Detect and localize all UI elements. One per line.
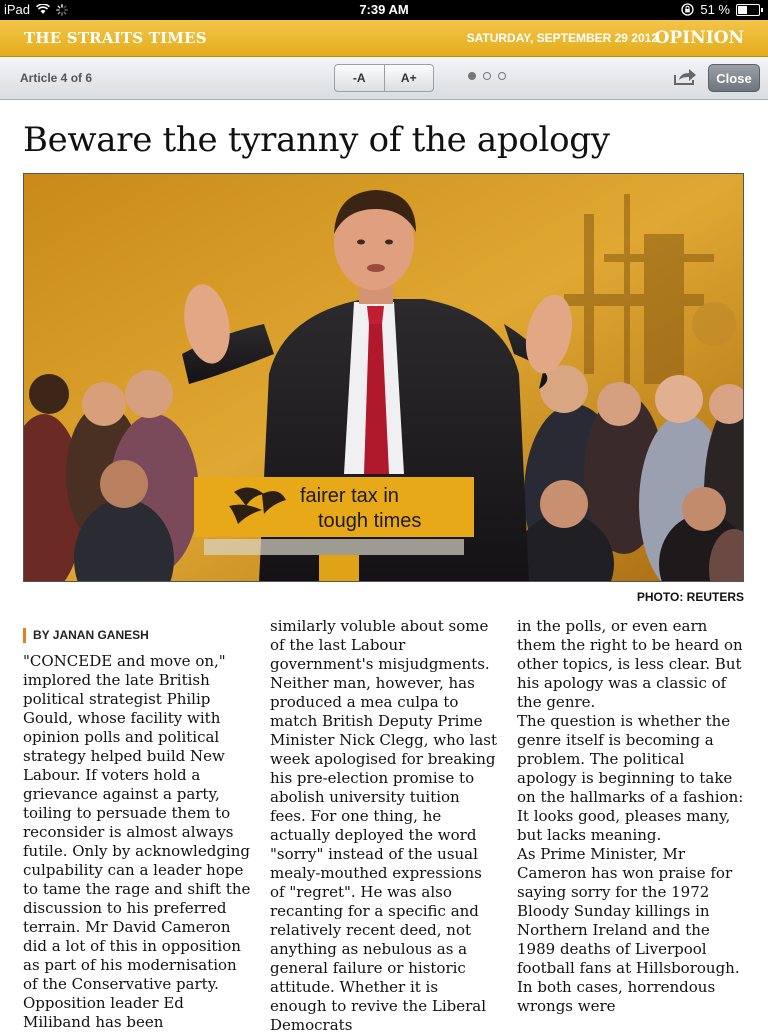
rotation-lock-icon [681, 3, 695, 16]
masthead: THE STRAITS TIMES SATURDAY, SEPTEMBER 29… [0, 20, 768, 57]
status-right: 51 % [681, 2, 763, 17]
article-column-2: similarly voluble about some of the last… [270, 617, 498, 1035]
issue-date: SATURDAY, SEPTEMBER 29 2012 [466, 31, 658, 45]
font-size-control: -A A+ [334, 64, 434, 92]
battery-percent: 51 % [700, 2, 730, 17]
article-headline: Beware the tyranny of the apology [23, 120, 610, 160]
photo-credit: PHOTO: REUTERS [636, 590, 744, 604]
article-paragraph: in the polls, or even earn them the righ… [517, 617, 743, 711]
article-column-1: BY JANAN GANESH "CONCEDE and move on," i… [23, 618, 251, 1032]
page-dot[interactable] [483, 72, 491, 80]
article-counter: Article 4 of 6 [20, 71, 93, 85]
share-icon[interactable] [672, 67, 698, 87]
close-button[interactable]: Close [708, 64, 760, 92]
article-paragraph: As Prime Minister, Mr Cameron has won pr… [517, 845, 740, 1015]
increase-font-button[interactable]: A+ [383, 65, 434, 91]
article-column-3: in the polls, or even earn them the righ… [517, 617, 745, 1016]
article-photo: fairer tax in tough times [23, 173, 744, 582]
battery-icon [736, 3, 763, 16]
page-dot[interactable] [468, 72, 476, 80]
section-name: OPINION [654, 28, 744, 48]
article-toolbar: Article 4 of 6 -A A+ Close [0, 57, 768, 100]
podium-text-line-1: fairer tax in [300, 485, 399, 507]
status-bar: iPad 7:39 AM 51 % [0, 0, 768, 20]
page-dot[interactable] [498, 72, 506, 80]
article-paragraph: "CONCEDE and move on," implored the late… [23, 652, 251, 1031]
article-paragraph: similarly voluble about some of the last… [270, 617, 490, 673]
clock: 7:39 AM [359, 2, 409, 17]
article-paragraph: The question is whether the genre itself… [517, 712, 744, 844]
article-paragraph: Neither man, however, has produced a mea… [270, 674, 497, 1034]
page-indicator[interactable] [468, 72, 506, 80]
byline: BY JANAN GANESH [23, 628, 251, 643]
photo-illustration: fairer tax in tough times [24, 174, 743, 581]
decrease-font-button[interactable]: -A [335, 65, 384, 91]
publication-logo: THE STRAITS TIMES [24, 29, 207, 47]
podium-text-line-2: tough times [318, 510, 421, 532]
